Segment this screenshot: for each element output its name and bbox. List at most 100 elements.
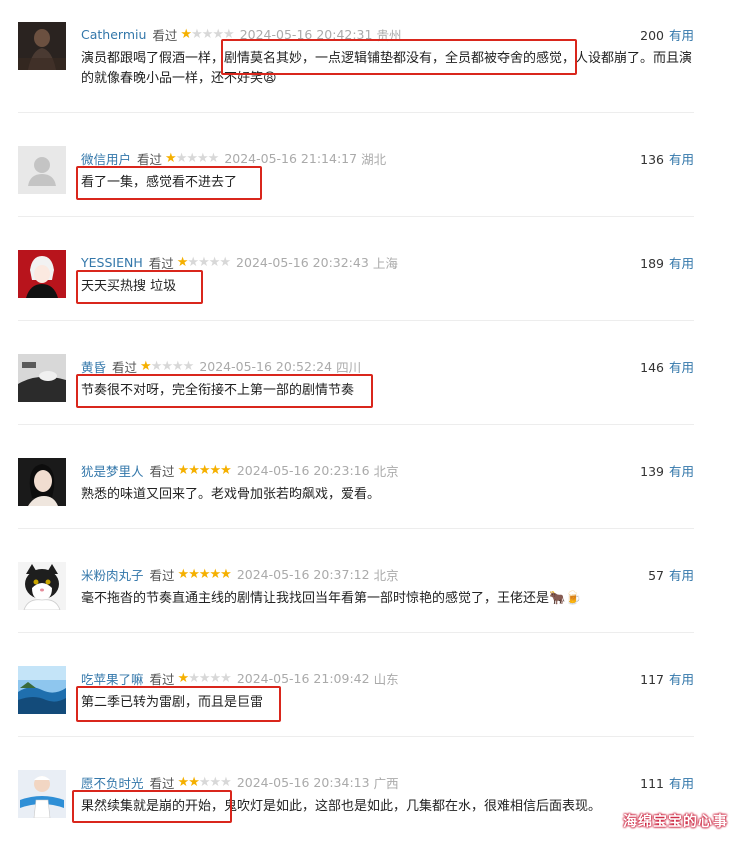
highlight-box xyxy=(72,790,232,823)
star-filled-icon: ★ xyxy=(198,462,211,478)
useful-button[interactable]: 有用 xyxy=(669,776,694,791)
star-filled-icon: ★ xyxy=(188,774,200,790)
star-empty-icon: ★ xyxy=(161,358,173,374)
star-filled-icon: ★ xyxy=(180,26,192,42)
review-item: Cathermiu 看过 ★★★★★ 2024-05-16 20:42:31 贵… xyxy=(18,22,694,113)
review-time: 2024-05-16 20:32:43 xyxy=(236,254,369,270)
avatar[interactable] xyxy=(18,770,66,818)
star-filled-icon: ★ xyxy=(140,358,152,374)
divider xyxy=(18,632,694,633)
review-item: YESSIENH 看过 ★★★★★ 2024-05-16 20:32:43 上海… xyxy=(18,250,694,321)
star-empty-icon: ★ xyxy=(172,358,184,374)
useful-vote[interactable]: 57 有用 xyxy=(648,565,694,584)
useful-vote[interactable]: 111 有用 xyxy=(640,773,694,792)
review-time: 2024-05-16 20:37:12 xyxy=(236,566,370,582)
useful-button[interactable]: 有用 xyxy=(669,256,694,271)
username[interactable]: 黄昏 xyxy=(81,357,106,376)
review-location: 北京 xyxy=(373,567,399,583)
star-empty-icon: ★ xyxy=(186,150,198,166)
star-filled-icon: ★ xyxy=(177,670,190,686)
useful-count: 146 xyxy=(640,360,664,375)
review-time: 2024-05-16 20:23:16 xyxy=(236,462,370,478)
star-empty-icon: ★ xyxy=(197,150,209,166)
username[interactable]: 愿不负时光 xyxy=(81,773,144,792)
useful-button[interactable]: 有用 xyxy=(669,152,694,167)
divider xyxy=(18,528,694,529)
useful-button[interactable]: 有用 xyxy=(669,28,694,43)
watermark: 海绵宝宝的心事 xyxy=(623,814,728,830)
watched-label: 看过 xyxy=(112,359,138,375)
review-item: 犹是梦里人 看过 ★★★★★ 2024-05-16 20:23:16 北京 13… xyxy=(18,458,694,529)
star-rating: ★★★★★ xyxy=(177,774,232,790)
star-filled-icon: ★ xyxy=(177,566,190,582)
star-empty-icon: ★ xyxy=(198,254,210,270)
review-time: 2024-05-16 20:34:13 xyxy=(236,774,370,790)
username[interactable]: YESSIENH xyxy=(81,255,143,270)
avatar[interactable] xyxy=(18,354,66,402)
review-item: 愿不负时光 看过 ★★★★★ 2024-05-16 20:34:13 广西 11… xyxy=(18,770,694,840)
star-empty-icon: ★ xyxy=(188,670,200,686)
useful-vote[interactable]: 200 有用 xyxy=(640,25,694,44)
star-rating: ★★★★★ xyxy=(177,566,232,582)
avatar[interactable] xyxy=(18,250,66,298)
star-rating: ★★★★★ xyxy=(165,150,220,166)
star-empty-icon: ★ xyxy=(219,254,231,270)
useful-vote[interactable]: 146 有用 xyxy=(640,357,694,376)
useful-button[interactable]: 有用 xyxy=(669,360,694,375)
watched-label: 看过 xyxy=(149,775,175,791)
username[interactable]: 微信用户 xyxy=(81,149,131,168)
star-empty-icon: ★ xyxy=(191,26,203,42)
watched-label: 看过 xyxy=(148,255,174,271)
star-filled-icon: ★ xyxy=(177,774,190,790)
highlight-box xyxy=(76,270,203,304)
highlight-box xyxy=(221,39,577,75)
review-content: 毫不拖沓的节奏直通主线的剧情让我找回当年看第一部时惊艳的感觉了，王佬还是🐂🍺 xyxy=(81,591,582,606)
star-empty-icon: ★ xyxy=(201,26,214,42)
username[interactable]: Cathermiu xyxy=(81,27,146,42)
username[interactable]: 吃苹果了嘛 xyxy=(81,669,144,688)
star-empty-icon: ★ xyxy=(150,358,163,374)
watched-label: 看过 xyxy=(149,567,175,583)
review-time: 2024-05-16 20:52:24 xyxy=(199,358,333,374)
star-filled-icon: ★ xyxy=(220,462,232,478)
useful-button[interactable]: 有用 xyxy=(669,672,694,687)
review-item: 微信用户 看过 ★★★★★ 2024-05-16 21:14:17 湖北 136… xyxy=(18,146,694,217)
avatar[interactable] xyxy=(18,22,66,70)
divider xyxy=(18,320,694,321)
useful-count: 200 xyxy=(640,28,664,43)
username[interactable]: 犹是梦里人 xyxy=(81,461,144,480)
useful-count: 117 xyxy=(640,672,664,687)
review-location: 北京 xyxy=(373,463,399,479)
watched-label: 看过 xyxy=(149,463,175,479)
username[interactable]: 米粉肉丸子 xyxy=(81,565,144,584)
highlight-box xyxy=(76,686,281,722)
useful-vote[interactable]: 136 有用 xyxy=(640,149,694,168)
star-rating: ★★★★★ xyxy=(140,358,194,374)
star-filled-icon: ★ xyxy=(188,462,200,478)
star-empty-icon: ★ xyxy=(198,774,211,790)
useful-button[interactable]: 有用 xyxy=(669,464,694,479)
review-location: 广西 xyxy=(373,775,399,791)
useful-vote[interactable]: 189 有用 xyxy=(640,253,694,272)
star-rating: ★★★★★ xyxy=(177,670,232,686)
useful-vote[interactable]: 117 有用 xyxy=(640,669,694,688)
star-filled-icon: ★ xyxy=(209,566,222,582)
star-filled-icon: ★ xyxy=(176,254,189,270)
review-time: 2024-05-16 21:09:42 xyxy=(236,670,370,686)
star-filled-icon: ★ xyxy=(209,462,222,478)
star-empty-icon: ★ xyxy=(207,150,220,166)
star-empty-icon: ★ xyxy=(209,774,222,790)
star-empty-icon: ★ xyxy=(175,150,188,166)
star-filled-icon: ★ xyxy=(188,566,200,582)
avatar[interactable] xyxy=(18,562,66,610)
avatar[interactable] xyxy=(18,666,66,714)
avatar[interactable] xyxy=(18,458,66,506)
avatar[interactable] xyxy=(18,146,66,194)
review-location: 湖北 xyxy=(361,151,387,167)
useful-count: 57 xyxy=(648,568,664,583)
useful-vote[interactable]: 139 有用 xyxy=(640,461,694,480)
star-empty-icon: ★ xyxy=(220,774,232,790)
divider xyxy=(18,216,694,217)
review-item: 吃苹果了嘛 看过 ★★★★★ 2024-05-16 21:09:42 山东 11… xyxy=(18,666,694,737)
useful-button[interactable]: 有用 xyxy=(669,568,694,583)
